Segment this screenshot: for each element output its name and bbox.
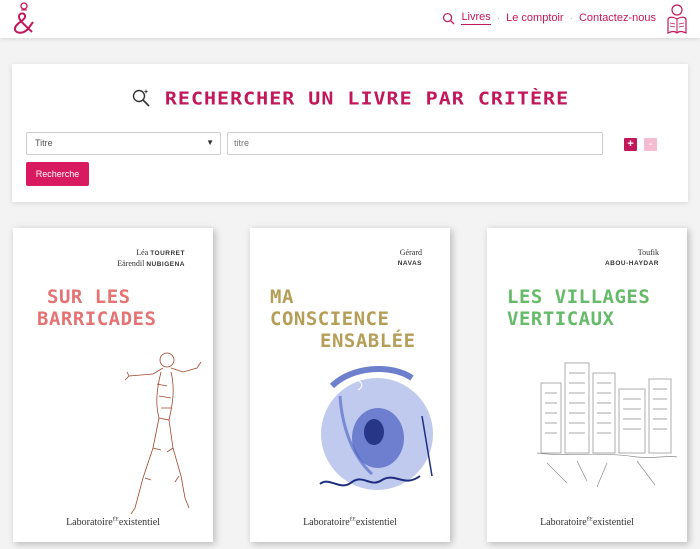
publisher-name-end: existentiel: [355, 517, 397, 528]
book-title-line: ENSABLÉE: [320, 330, 416, 352]
search-panel: RECHERCHER UN LIVRE PAR CRITÈRE Titre ▼ …: [12, 64, 688, 202]
author-last-name: ABOU-HAYDAR: [604, 260, 659, 267]
book-author: Léa TOURRET Eärendil NUBIGENA: [117, 248, 185, 270]
publisher-name: Laboratoire: [66, 517, 113, 528]
blue-collage-illustration: [319, 366, 433, 490]
chevron-down-icon: ▼: [206, 138, 214, 147]
search-icon: [443, 12, 455, 25]
author-first-name: Gérard: [399, 248, 422, 257]
author-last-name: TOURRET: [150, 250, 185, 257]
book-publisher: LaboratoireÉEexistentiel: [487, 517, 687, 528]
book-title: LES VILLAGES VERTICAUX: [507, 286, 650, 330]
publisher-name-end: existentiel: [592, 517, 634, 528]
author-first-name: Eärendil: [117, 259, 145, 268]
book-title-line: LES VILLAGES: [507, 286, 651, 308]
ampersand-logo-icon[interactable]: [8, 2, 40, 36]
book-title-line: SUR LES: [47, 286, 131, 308]
book-publisher: LaboratoireÉEexistentiel: [250, 517, 450, 528]
author-last-name: NAVAS: [397, 260, 422, 267]
reader-icon[interactable]: [662, 3, 692, 35]
main-nav: Livres · Le comptoir · Contactez-nous: [442, 11, 656, 25]
figure-sketch-illustration: [124, 352, 202, 515]
book-card[interactable]: Gérard NAVAS MA CONSCIENCE ENSABLÉE Labo…: [250, 228, 450, 542]
nav-item-contactez-nous[interactable]: Contactez-nous: [579, 12, 656, 24]
publisher-name: Laboratoire: [540, 517, 587, 528]
book-author: Toufik ABOU-HAYDAR: [605, 248, 659, 269]
magnifier-sparkle-icon: [132, 89, 150, 107]
nav-item-le-comptoir[interactable]: Le comptoir: [506, 12, 563, 24]
nav-item-livres[interactable]: Livres: [442, 11, 491, 25]
author-first-name: Léa: [136, 248, 149, 257]
search-submit-button[interactable]: Recherche: [26, 162, 89, 186]
book-title-line: VERTICAUX: [507, 308, 615, 330]
nav-separator: ·: [569, 12, 573, 24]
nav-label-contactez-nous: Contactez-nous: [578, 12, 656, 24]
search-panel-heading: RECHERCHER UN LIVRE PAR CRITÈRE: [12, 86, 688, 110]
nav-label-le-comptoir: Le comptoir: [506, 12, 564, 24]
book-title-line: CONSCIENCE: [270, 308, 390, 330]
book-title-line: MA: [270, 286, 294, 308]
author-first-name: Toufik: [637, 248, 659, 257]
site-header: Livres · Le comptoir · Contactez-nous: [0, 0, 700, 38]
book-title: SUR LES BARRICADES: [37, 286, 156, 330]
search-panel-title: RECHERCHER UN LIVRE PAR CRITÈRE: [164, 87, 570, 109]
criterion-select[interactable]: Titre ▼: [26, 132, 221, 155]
nav-label-livres: Livres: [461, 11, 491, 25]
publisher-name-end: existentiel: [118, 517, 160, 528]
buildings-sketch-illustration: [537, 362, 677, 488]
remove-criterion-button[interactable]: -: [644, 138, 657, 151]
publisher-name: Laboratoire: [303, 517, 350, 528]
title-search-input[interactable]: titre: [227, 132, 603, 155]
book-title: MA CONSCIENCE ENSABLÉE: [270, 286, 416, 352]
book-card[interactable]: Toufik ABOU-HAYDAR LES VILLAGES VERTICAU…: [487, 228, 687, 542]
title-search-placeholder: titre: [234, 138, 250, 148]
criterion-select-value: Titre: [35, 138, 53, 148]
book-card[interactable]: Léa TOURRET Eärendil NUBIGENA SUR LES BA…: [13, 228, 213, 542]
author-last-name: NUBIGENA: [146, 261, 185, 268]
book-publisher: LaboratoireÉEexistentiel: [13, 517, 213, 528]
book-title-line: BARRICADES: [37, 308, 157, 330]
add-criterion-button[interactable]: +: [624, 138, 637, 151]
nav-separator: ·: [496, 12, 501, 24]
book-author: Gérard NAVAS: [398, 248, 422, 269]
